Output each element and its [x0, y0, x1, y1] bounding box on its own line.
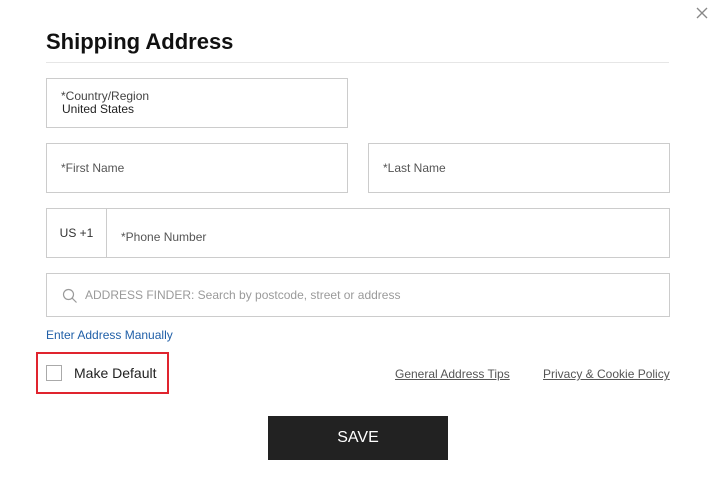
close-icon[interactable]	[694, 5, 710, 21]
last-name-field-wrapper	[368, 143, 670, 193]
search-icon-glyph	[62, 288, 77, 303]
phone-country-code[interactable]: US +1	[47, 209, 107, 257]
phone-field-wrapper: US +1	[46, 208, 670, 265]
page-title: Shipping Address	[46, 29, 234, 54]
address-finder-wrapper	[46, 273, 670, 317]
search-icon	[62, 288, 78, 304]
country-region-label: *Country/Region	[61, 89, 150, 103]
enter-address-manually-link[interactable]: Enter Address Manually	[46, 328, 173, 342]
privacy-cookie-policy-link[interactable]: Privacy & Cookie Policy	[543, 367, 670, 381]
first-name-field[interactable]	[61, 144, 331, 192]
last-name-field[interactable]	[383, 144, 653, 192]
country-region-value: United States	[62, 102, 135, 116]
make-default-checkbox[interactable]	[46, 365, 62, 381]
general-address-tips-link[interactable]: General Address Tips	[395, 367, 510, 381]
first-name-field-wrapper	[46, 143, 348, 193]
country-region-select[interactable]: *Country/Region United States	[46, 78, 348, 128]
title-divider	[46, 62, 669, 63]
close-icon-glyph	[696, 7, 708, 19]
phone-number-field[interactable]	[121, 209, 651, 265]
make-default-label[interactable]: Make Default	[74, 365, 156, 381]
save-button[interactable]: SAVE	[268, 416, 448, 460]
address-finder-input[interactable]	[85, 274, 655, 316]
